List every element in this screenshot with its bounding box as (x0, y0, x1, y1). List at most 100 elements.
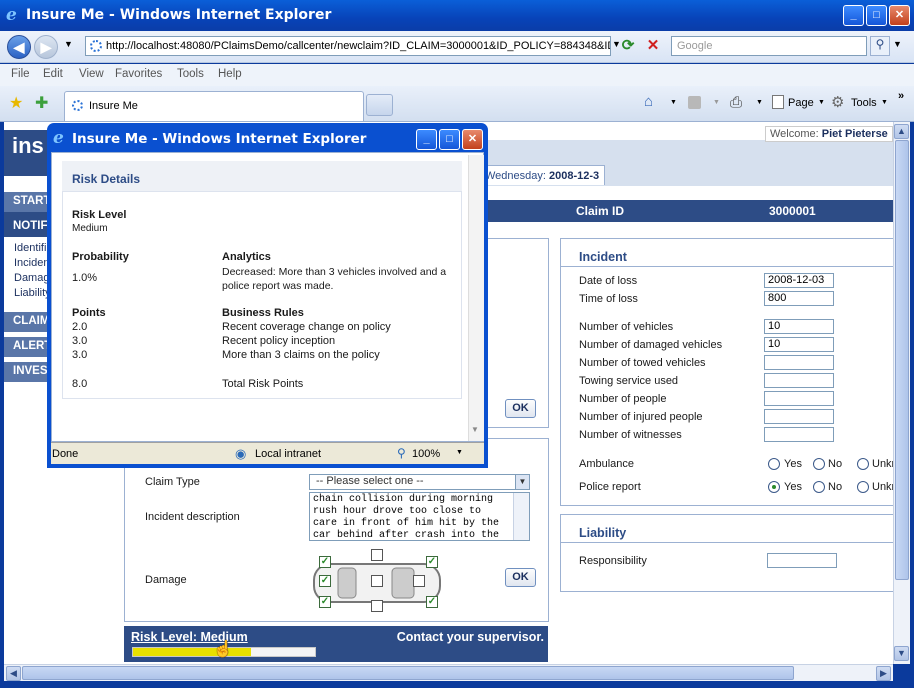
scroll-left-icon[interactable]: ◀ (6, 666, 21, 681)
num-damaged-input[interactable]: 10 (764, 337, 834, 352)
zoom-icon[interactable]: ⚲ (397, 446, 406, 460)
claim-type-select[interactable]: -- Please select one -- ▼ (309, 474, 530, 490)
scroll-down-icon[interactable]: ▼ (894, 646, 909, 661)
total-points-value: 8.0 (72, 378, 88, 390)
people-input[interactable] (764, 391, 834, 406)
horizontal-scrollbar[interactable]: ◀ ▶ (4, 664, 893, 681)
search-icon[interactable]: ⚲ (870, 36, 890, 56)
zoom-dropdown-icon[interactable]: ▼ (456, 449, 463, 456)
num-towed-input[interactable] (764, 355, 834, 370)
damage-checkbox-rear-center[interactable] (413, 575, 425, 587)
tab-loading-icon (72, 100, 83, 111)
popup-ie-logo-icon: e (53, 128, 64, 148)
url-input[interactable]: http://localhost:48080/PClaimsDemo/callc… (85, 36, 611, 56)
tab-insure-me[interactable]: Insure Me (64, 91, 364, 121)
damage-checkbox-rear-left[interactable]: ✓ (319, 596, 331, 608)
menu-view[interactable]: View (79, 68, 104, 80)
select-dropdown-icon[interactable]: ▼ (515, 475, 529, 489)
new-tab-button[interactable] (366, 94, 393, 116)
date-of-loss-input[interactable]: 2008-12-03 (764, 273, 834, 288)
witnesses-label: Number of witnesses (579, 429, 682, 441)
popup-scroll-down-icon[interactable]: ▼ (471, 425, 479, 434)
search-options-icon[interactable]: ▼ (893, 39, 902, 49)
favorites-star-icon[interactable]: ★ (9, 93, 23, 113)
forward-button[interactable]: ▶ (34, 35, 58, 59)
popup-minimize-button[interactable]: _ (416, 129, 437, 150)
scroll-right-icon[interactable]: ▶ (876, 666, 891, 681)
towing-input[interactable] (764, 373, 834, 388)
tools-dropdown-icon[interactable]: ▼ (881, 99, 888, 106)
ambulance-yes-label: Yes (784, 458, 802, 470)
home-icon[interactable]: ⌂ (644, 93, 653, 110)
rule-points-1: 2.0 (72, 321, 88, 333)
welcome-prefix: Welcome: (770, 128, 819, 140)
ambulance-unknown-radio[interactable] (857, 458, 869, 470)
stop-icon[interactable]: ✕ (643, 36, 663, 56)
popup-close-button[interactable]: ✕ (462, 129, 483, 150)
injured-input[interactable] (764, 409, 834, 424)
print-dropdown-icon[interactable]: ▼ (756, 99, 763, 106)
page-menu[interactable]: Page (788, 97, 814, 109)
police-unknown-radio[interactable] (857, 481, 869, 493)
vertical-scrollbar[interactable]: ▲ ▼ (893, 122, 910, 664)
damage-checkbox-front-right[interactable]: ✓ (426, 556, 438, 568)
tools-menu[interactable]: Tools (851, 97, 877, 109)
num-vehicles-input[interactable]: 10 (764, 319, 834, 334)
history-dropdown-icon[interactable]: ▼ (64, 39, 73, 49)
menu-edit[interactable]: Edit (43, 68, 63, 80)
date-prefix: Wednesday: (485, 170, 546, 182)
print-icon[interactable]: ⎙ (730, 94, 742, 111)
refresh-icon[interactable]: ⟳ (618, 36, 638, 56)
damage-checkbox-front[interactable] (371, 549, 383, 561)
menu-help[interactable]: Help (218, 68, 242, 80)
vertical-scroll-thumb[interactable] (895, 140, 909, 580)
risk-details-heading: Risk Details (72, 172, 141, 186)
horizontal-scroll-thumb[interactable] (22, 666, 794, 680)
ambulance-unknown-label: Unkn (872, 458, 893, 470)
status-done: Done (52, 448, 79, 460)
menu-tools[interactable]: Tools (177, 68, 204, 80)
home-dropdown-icon[interactable]: ▼ (670, 99, 677, 106)
claim-id-label: Claim ID (576, 204, 625, 218)
damage-checkbox-left[interactable]: ✓ (319, 575, 331, 587)
damage-checkbox-center[interactable] (371, 575, 383, 587)
risk-level-bar: Risk Level: Medium Contact your supervis… (124, 626, 548, 662)
popup-status-bar: Done ◉ Local intranet ⚲ 100% ▼ (51, 442, 484, 464)
search-input[interactable]: Google (671, 36, 867, 56)
menu-favorites[interactable]: Favorites (115, 68, 162, 80)
identification-ok-button[interactable]: OK (505, 399, 536, 418)
status-zoom[interactable]: 100% (412, 448, 440, 460)
police-no-radio[interactable] (813, 481, 825, 493)
textarea-scrollbar[interactable] (513, 493, 529, 540)
feeds-icon[interactable] (688, 96, 701, 109)
popup-scrollbar[interactable]: ▼ (468, 155, 484, 441)
police-yes-label: Yes (784, 481, 802, 493)
incident-desc-textarea[interactable]: chain collision during morning rush hour… (309, 492, 530, 541)
back-button[interactable]: ◀ (7, 35, 31, 59)
num-towed-label: Number of towed vehicles (579, 357, 706, 369)
damage-checkbox-rear[interactable] (371, 600, 383, 612)
probability-value: 1.0% (72, 272, 98, 284)
toolbar-overflow-icon[interactable]: » (898, 90, 904, 102)
risk-message: Contact your supervisor. (396, 630, 544, 644)
add-favorite-icon[interactable]: ✚ (35, 93, 48, 113)
damage-ok-button[interactable]: OK (505, 568, 536, 587)
risk-details-content (62, 191, 462, 399)
damage-checkbox-front-left[interactable]: ✓ (319, 556, 331, 568)
ambulance-yes-radio[interactable] (768, 458, 780, 470)
ambulance-no-radio[interactable] (813, 458, 825, 470)
rule-points-3: 3.0 (72, 349, 88, 361)
page-dropdown-icon[interactable]: ▼ (818, 99, 825, 106)
witnesses-input[interactable] (764, 427, 834, 442)
menu-file[interactable]: File (11, 68, 30, 80)
police-yes-radio[interactable] (768, 481, 780, 493)
responsibility-input[interactable] (767, 553, 837, 568)
time-of-loss-input[interactable]: 800 (764, 291, 834, 306)
maximize-button[interactable]: □ (866, 5, 887, 26)
damage-checkbox-rear-right[interactable]: ✓ (426, 596, 438, 608)
popup-maximize-button[interactable]: □ (439, 129, 460, 150)
status-zone: Local intranet (255, 448, 322, 460)
scroll-up-icon[interactable]: ▲ (894, 124, 909, 139)
close-button[interactable]: ✕ (889, 5, 910, 26)
minimize-button[interactable]: _ (843, 5, 864, 26)
